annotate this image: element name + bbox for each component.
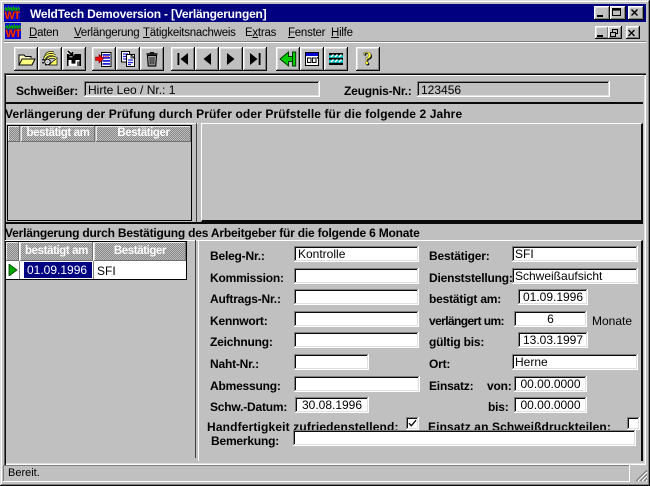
- svg-text:WT: WT: [5, 10, 21, 21]
- svg-text:WT: WT: [6, 28, 22, 39]
- svg-text:?: ?: [363, 49, 373, 69]
